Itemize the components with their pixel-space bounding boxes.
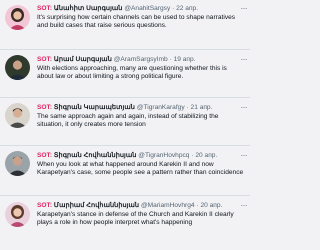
author-handle[interactable]: @TigranHovhpcq <box>138 152 189 159</box>
avatar-man-icon <box>5 151 30 176</box>
tweet-feed: SOT: Անահիտ Սարգսյան @AnahitSargsy · 22 … <box>0 0 250 250</box>
author-name[interactable]: Տիգրան Կարապետյան <box>54 104 135 111</box>
tweet-text: When you look at what happened around Ka… <box>37 161 244 177</box>
more-options-icon[interactable]: ··· <box>241 103 248 112</box>
tweet-text: The same approach again and again, inste… <box>37 113 219 129</box>
tweet-item[interactable]: SOT: Տիգրան Կարապետյան @TigranKarafgy · … <box>0 98 250 146</box>
author-name[interactable]: Արամ Սարգսյան <box>54 56 112 63</box>
avatar[interactable] <box>5 5 30 30</box>
more-options-icon[interactable]: ··· <box>241 4 248 13</box>
separator-dot: · <box>196 202 199 209</box>
tweet-item[interactable]: SOT: Տիգրան Հովհաննիսյան @TigranHovhpcq … <box>0 146 250 196</box>
author-handle[interactable]: @AramSargsyImb <box>114 56 168 63</box>
separator-dot: · <box>172 5 175 12</box>
tweet-date[interactable]: 22 апр. <box>176 5 198 12</box>
tweet-date[interactable]: 20 апр. <box>195 152 217 159</box>
author-name[interactable]: Անահիտ Սարգսյան <box>54 5 123 12</box>
more-options-icon[interactable]: ··· <box>241 201 248 210</box>
avatar[interactable] <box>5 151 30 176</box>
tweet-text: Karapetyan's stance in defense of the Ch… <box>37 211 234 227</box>
sot-label: SOT: <box>37 5 53 12</box>
tweet-item[interactable]: SOT: Մարիամ Հովհաննիսյան @MariamHovhrg4 … <box>0 196 250 250</box>
author-handle[interactable]: @AnahitSargsy <box>124 5 170 12</box>
separator-dot: · <box>191 152 194 159</box>
tweet-text: It's surprising how certain channels can… <box>37 14 236 30</box>
author-name[interactable]: Մարիամ Հովհաննիսյան <box>54 202 139 209</box>
author-handle[interactable]: @TigranKarafgy <box>137 104 185 111</box>
sot-label: SOT: <box>37 56 53 63</box>
avatar[interactable] <box>5 202 30 227</box>
separator-dot: · <box>186 104 189 111</box>
author-handle[interactable]: @MariamHovhrg4 <box>141 202 195 209</box>
sot-label: SOT: <box>37 104 53 111</box>
avatar-woman-icon <box>5 5 30 30</box>
avatar-woman-icon <box>5 202 30 227</box>
avatar-man-icon <box>5 55 30 80</box>
tweet-item[interactable]: SOT: Արամ Սարգսյան @AramSargsyImb · 19 а… <box>0 50 250 98</box>
avatar[interactable] <box>5 103 30 128</box>
more-options-icon[interactable]: ··· <box>241 55 248 64</box>
sot-label: SOT: <box>37 152 53 159</box>
author-name[interactable]: Տիգրան Հովհաննիսյան <box>54 152 137 159</box>
tweet-date[interactable]: 20 апр. <box>200 202 222 209</box>
tweet-date[interactable]: 19 апр. <box>174 56 196 63</box>
tweet-text: With elections approaching, many are que… <box>37 65 227 81</box>
more-options-icon[interactable]: ··· <box>241 151 248 160</box>
avatar[interactable] <box>5 55 30 80</box>
sot-label: SOT: <box>37 202 53 209</box>
separator-dot: · <box>169 56 172 63</box>
avatar-man-icon <box>5 103 30 128</box>
tweet-item[interactable]: SOT: Անահիտ Սարգսյան @AnahitSargsy · 22 … <box>0 0 250 50</box>
tweet-date[interactable]: 21 апр. <box>191 104 213 111</box>
